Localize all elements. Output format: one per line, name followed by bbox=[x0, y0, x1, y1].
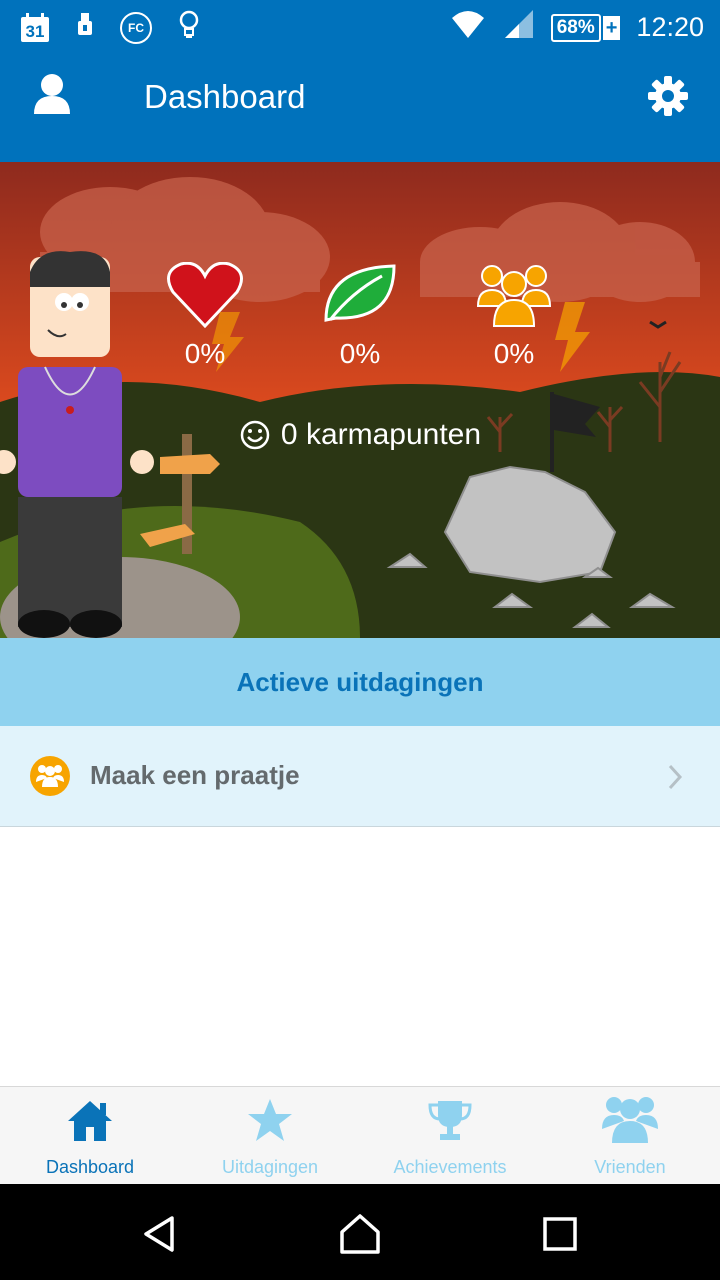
karma-points: 0 karmapunten bbox=[0, 418, 720, 459]
star-icon bbox=[248, 1099, 292, 1141]
battery-icon: 68% + bbox=[550, 13, 621, 42]
wifi-icon bbox=[449, 8, 487, 47]
trophy-icon bbox=[428, 1101, 472, 1140]
clock: 12:20 bbox=[636, 12, 704, 42]
leaf-icon bbox=[324, 264, 396, 322]
nav-achievements-label: Achievements bbox=[393, 1157, 507, 1177]
page-title: Dashboard bbox=[144, 78, 306, 115]
calendar-day: 31 bbox=[25, 21, 45, 41]
fc-icon: FC bbox=[120, 11, 152, 44]
stat-health-value: 0% bbox=[184, 338, 226, 369]
signal-icon bbox=[503, 8, 535, 47]
friends-icon bbox=[602, 1097, 658, 1143]
recents-icon[interactable] bbox=[540, 1214, 580, 1254]
lightbulb-icon bbox=[178, 10, 200, 45]
nav-uitdagingen-label: Uitdagingen bbox=[221, 1157, 319, 1177]
sim-icon bbox=[76, 11, 94, 44]
profile-icon[interactable] bbox=[30, 72, 74, 116]
section-title: Actieve uitdagingen bbox=[0, 638, 720, 726]
stat-social-value: 0% bbox=[493, 338, 535, 369]
system-navigation-bar bbox=[0, 1184, 720, 1280]
bottom-navigation: Dashboard Uitdagingen Achievements Vrien… bbox=[0, 1086, 720, 1185]
smiley-icon bbox=[240, 420, 270, 450]
heart-icon bbox=[167, 262, 243, 328]
home-icon bbox=[68, 1101, 112, 1141]
battery-level: 68% bbox=[550, 13, 601, 42]
nav-achievements[interactable]: Achievements bbox=[360, 1087, 540, 1185]
nav-dashboard[interactable]: Dashboard bbox=[0, 1087, 180, 1185]
hero-background bbox=[0, 162, 720, 638]
app-bar: Dashboard bbox=[0, 50, 720, 162]
challenge-label: Maak een praatje bbox=[90, 760, 300, 790]
challenge-item[interactable]: Maak een praatje bbox=[0, 726, 720, 827]
nav-vrienden-label: Vrienden bbox=[594, 1157, 666, 1177]
nav-dashboard-label: Dashboard bbox=[45, 1157, 135, 1177]
karma-text: 0 karmapunten bbox=[280, 418, 482, 451]
gear-icon[interactable] bbox=[646, 74, 690, 118]
home-button-icon[interactable] bbox=[338, 1212, 382, 1256]
stat-environment-value: 0% bbox=[339, 338, 381, 369]
status-bar: 31 FC 68% + 12:20 bbox=[0, 0, 720, 50]
calendar-icon: 31 bbox=[20, 12, 50, 43]
nav-uitdagingen[interactable]: Uitdagingen bbox=[180, 1087, 360, 1185]
chevron-right-icon bbox=[662, 762, 688, 792]
group-icon bbox=[476, 265, 552, 327]
group-icon bbox=[30, 756, 70, 796]
hero-scene: 0% 0% 0% 0 karmapunten bbox=[0, 162, 720, 638]
back-icon[interactable] bbox=[140, 1214, 180, 1254]
nav-vrienden[interactable]: Vrienden bbox=[540, 1087, 720, 1185]
battery-charging: + bbox=[602, 15, 621, 40]
